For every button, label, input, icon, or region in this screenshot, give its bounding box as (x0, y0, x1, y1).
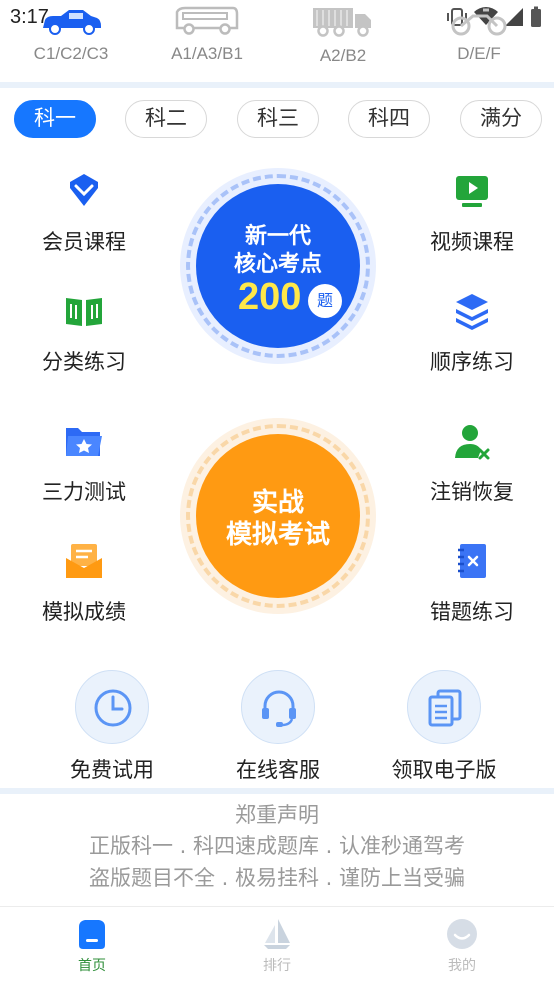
disclaimer-line: 正版科一 . 科四速成题库 . 认准秒通驾考 (88, 834, 466, 858)
nav-home[interactable]: 首页 (42, 917, 142, 975)
car-icon (43, 10, 101, 35)
sequential-practice-button[interactable]: 顺序练习 (412, 290, 532, 390)
tab-subject-3[interactable]: 科三 (237, 100, 319, 138)
nav-ranking[interactable]: 排行 (227, 917, 327, 975)
disclaimer-line: 盗版题目不全 . 极易挂科 . 谨防上当受骗 (88, 866, 466, 890)
wrong-question-practice-label: 错题练习 (430, 600, 514, 624)
home-icon (79, 920, 105, 949)
video-course-label: 视频课程 (430, 230, 514, 254)
tab-subject-2[interactable]: 科二 (125, 100, 207, 138)
mock-score-label: 模拟成绩 (42, 600, 126, 624)
get-ebook-button[interactable]: 领取电子版 (374, 670, 514, 786)
ability-test-label: 三力测试 (42, 480, 126, 504)
vehicle-category-motorcycle[interactable]: D/E/F (414, 4, 544, 74)
layers-icon (456, 294, 488, 330)
free-trial-button[interactable]: 免费试用 (42, 670, 182, 786)
vehicle-category-car[interactable]: C1/C2/C3 (6, 4, 136, 74)
cancel-restore-label: 注销恢复 (430, 480, 514, 504)
sequential-practice-label: 顺序练习 (430, 350, 514, 374)
online-service-label: 在线客服 (236, 758, 320, 782)
mock-exam-line2: 模拟考试 (225, 520, 330, 550)
video-course-button[interactable]: 视频课程 (412, 170, 532, 270)
diamond-icon (70, 174, 98, 206)
tab-subject-4[interactable]: 科四 (348, 100, 430, 138)
nav-mine-label: 我的 (448, 958, 476, 974)
free-trial-label: 免费试用 (70, 758, 154, 782)
mock-score-button[interactable]: 模拟成绩 (24, 540, 144, 640)
mock-exam-badge: 实战 模拟考试 (196, 434, 360, 598)
subject-tabs: 科一 科二 科三 科四 满分 (0, 100, 554, 140)
star-folder-icon (66, 428, 102, 456)
clock-icon-wrap (75, 670, 149, 744)
disclaimer: 郑重声明 正版科一 . 科四速成题库 . 认准秒通驾考 盗版题目不全 . 极易挂… (0, 800, 554, 894)
vehicle-label: C1/C2/C3 (33, 44, 109, 63)
open-book-icon (66, 298, 102, 326)
nav-mine[interactable]: 我的 (412, 917, 512, 975)
disclaimer-title: 郑重声明 (235, 803, 319, 827)
nav-home-label: 首页 (78, 958, 106, 974)
tab-subject-1[interactable]: 科一 (14, 100, 96, 138)
error-notebook-icon (458, 544, 486, 578)
nav-ranking-label: 排行 (263, 958, 291, 974)
bus-icon (175, 6, 239, 35)
section-divider (0, 82, 554, 88)
score-envelope-icon (66, 544, 102, 578)
category-practice-button[interactable]: 分类练习 (24, 290, 144, 390)
category-practice-label: 分类练习 (42, 350, 126, 374)
document-copy-icon (428, 689, 462, 727)
core-points-count: 200 (238, 276, 302, 318)
section-divider (0, 788, 554, 794)
headset-icon-wrap (241, 670, 315, 744)
get-ebook-label: 领取电子版 (391, 758, 497, 782)
clock-icon (94, 689, 132, 727)
core-points-line2: 核心考点 (233, 252, 322, 277)
member-course-label: 会员课程 (42, 230, 126, 254)
ability-test-button[interactable]: 三力测试 (24, 420, 144, 520)
vehicle-label: A2/B2 (319, 46, 367, 65)
smile-face-icon (447, 919, 477, 949)
cancel-restore-button[interactable]: 注销恢复 (412, 420, 532, 520)
core-points-unit: 题 (308, 284, 342, 318)
mock-exam-circle-button[interactable]: 实战 模拟考试 (180, 418, 376, 614)
bottom-nav: 首页 排行 我的 (0, 906, 554, 984)
wrong-question-practice-button[interactable]: 错题练习 (412, 540, 532, 640)
vehicle-category-bus[interactable]: A1/A3/B1 (142, 4, 272, 74)
headset-icon (262, 690, 296, 727)
truck-icon (313, 8, 371, 37)
vehicle-category-bar: C1/C2/C3 A1/A3/B1 A2/B2 D/E/F (0, 4, 554, 80)
vehicle-label: A1/A3/B1 (171, 44, 243, 63)
core-points-badge: 新一代 核心考点 200 题 (196, 184, 360, 348)
tab-full-score[interactable]: 满分 (460, 100, 542, 138)
motorcycle-icon (451, 8, 507, 36)
video-play-icon (456, 176, 488, 207)
ranking-sail-icon (264, 919, 290, 949)
user-remove-icon (455, 425, 490, 460)
core-points-circle-button[interactable]: 新一代 核心考点 200 题 (180, 168, 376, 364)
member-course-button[interactable]: 会员课程 (24, 170, 144, 270)
vehicle-label: D/E/F (457, 44, 501, 63)
document-icon-wrap (407, 670, 481, 744)
vehicle-category-truck[interactable]: A2/B2 (278, 4, 408, 74)
online-service-button[interactable]: 在线客服 (208, 670, 348, 786)
